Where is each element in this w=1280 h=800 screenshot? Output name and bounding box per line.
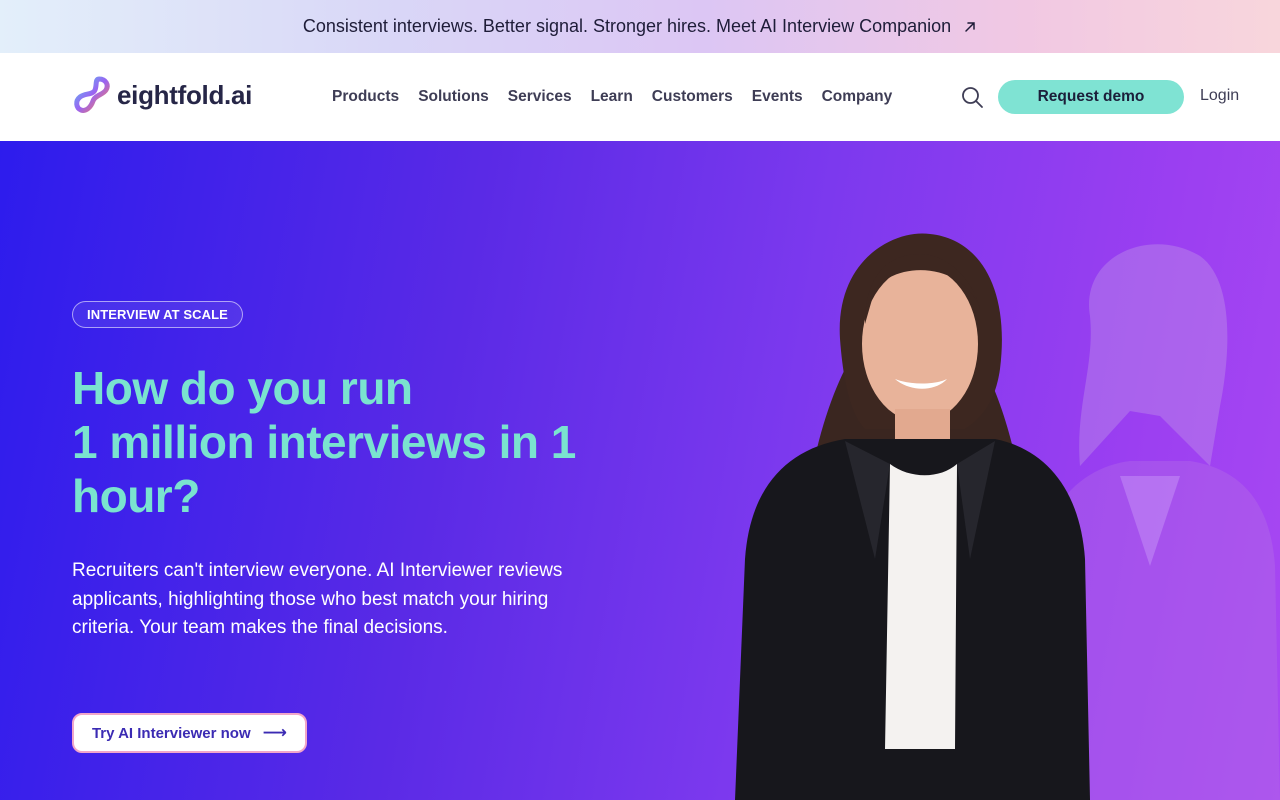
announcement-bar[interactable]: Consistent interviews. Better signal. St… (0, 0, 1280, 53)
menu-item-learn[interactable]: Learn (591, 88, 633, 106)
cta-label: Try AI Interviewer now (91, 724, 251, 742)
menu-item-services[interactable]: Services (508, 88, 572, 106)
menu-item-products[interactable]: Products (332, 88, 399, 106)
request-demo-button[interactable]: Request demo (998, 80, 1184, 114)
main-menu: Products Solutions Services Learn Custom… (332, 53, 911, 141)
hero-badge: INTERVIEW AT SCALE (72, 301, 243, 328)
headline-line-2: 1 million interviews in 1 hour? (72, 416, 576, 522)
login-link[interactable]: Login (1200, 87, 1239, 105)
headline-line-1: How do you run (72, 362, 413, 414)
menu-item-customers[interactable]: Customers (652, 88, 733, 106)
menu-item-solutions[interactable]: Solutions (418, 88, 489, 106)
top-nav: eightfold.ai Products Solutions Services… (0, 53, 1280, 141)
search-icon[interactable] (960, 85, 984, 109)
hero-headline: How do you run 1 million interviews in 1… (72, 361, 612, 523)
try-ai-interviewer-button[interactable]: Try AI Interviewer now ⟶ (72, 713, 307, 753)
arrow-right-icon: ⟶ (262, 723, 288, 742)
logo-text: eightfold.ai (117, 79, 253, 110)
hero-description: Recruiters can't interview everyone. AI … (72, 560, 563, 638)
logo[interactable]: eightfold.ai (73, 73, 252, 117)
menu-item-events[interactable]: Events (752, 88, 803, 106)
arrow-up-right-icon (965, 21, 975, 32)
menu-item-company[interactable]: Company (822, 88, 893, 106)
logo-mark-icon (74, 76, 110, 113)
announcement-text[interactable]: Consistent interviews. Better signal. St… (303, 16, 951, 37)
hero-section: INTERVIEW AT SCALE How do you run 1 mill… (0, 141, 1280, 800)
person-photo (735, 233, 1090, 800)
